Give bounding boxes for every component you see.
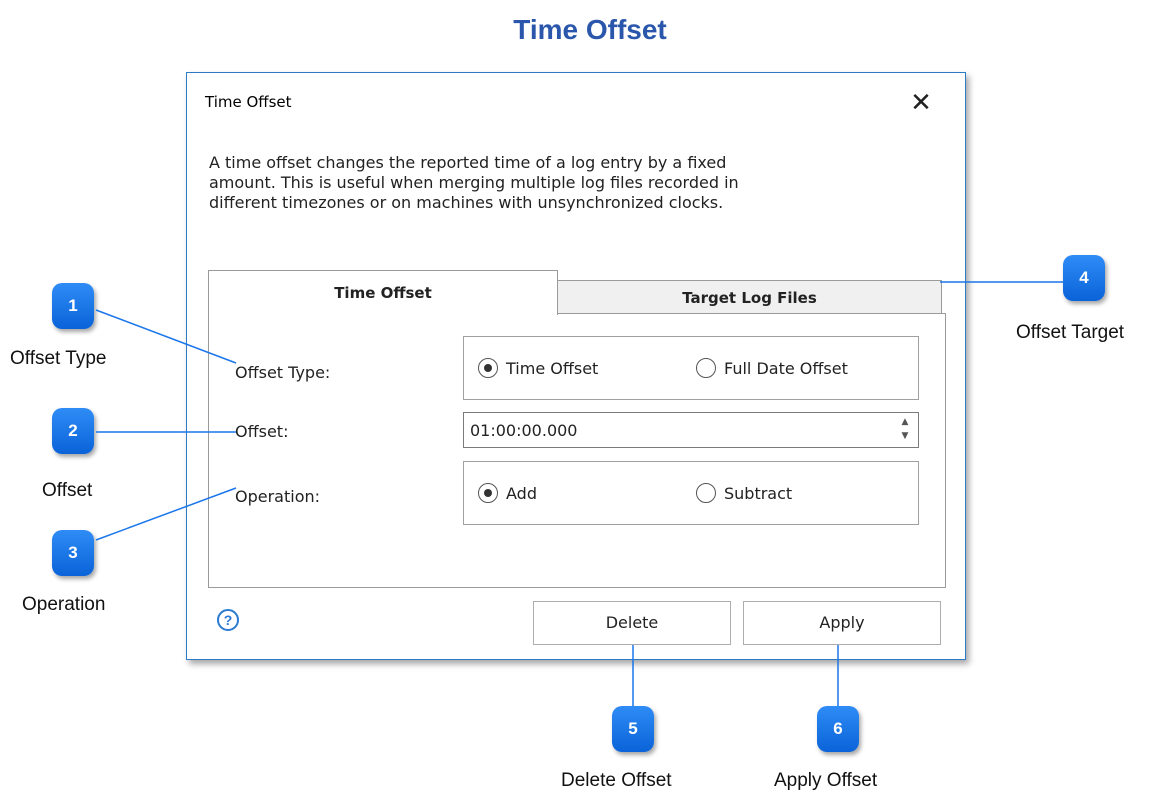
operation-group: Add Subtract bbox=[463, 461, 919, 525]
page-title: Time Offset bbox=[513, 14, 667, 45]
radio-add[interactable]: Add bbox=[478, 483, 537, 503]
dialog-description: A time offset changes the reported time … bbox=[209, 153, 739, 212]
callout-badge-4: 4 bbox=[1063, 255, 1105, 301]
radio-time-offset[interactable]: Time Offset bbox=[478, 358, 598, 378]
callout-label-6: Apply Offset bbox=[774, 770, 878, 791]
offset-label: Offset: bbox=[235, 422, 289, 441]
radio-unchecked-icon bbox=[696, 358, 716, 378]
radio-time-offset-label: Time Offset bbox=[506, 358, 599, 378]
callout-label-4: Offset Target bbox=[1016, 322, 1125, 343]
callout-label-2: Offset bbox=[42, 480, 93, 501]
callout-badge-3: 3 bbox=[52, 530, 94, 576]
callout-label-3: Operation bbox=[22, 594, 106, 615]
radio-checked-icon bbox=[478, 358, 498, 378]
offset-spin-input[interactable]: 01:00:00.000 ▲ ▼ bbox=[463, 412, 919, 448]
callout-badge-2: 2 bbox=[52, 408, 94, 454]
callout-label-1: Offset Type bbox=[10, 348, 107, 369]
time-offset-dialog: Time Offset ✕ A time offset changes the … bbox=[186, 72, 966, 660]
callout-badge-1: 1 bbox=[52, 283, 94, 329]
callout-badge-5: 5 bbox=[612, 706, 654, 752]
offset-type-group: Time Offset Full Date Offset bbox=[463, 336, 919, 400]
callout-label-5: Delete Offset bbox=[561, 770, 672, 791]
tab-target-log-files[interactable]: Target Log Files bbox=[558, 280, 942, 314]
radio-checked-icon bbox=[478, 483, 498, 503]
dialog-title: Time Offset bbox=[205, 93, 292, 111]
offset-type-label: Offset Type: bbox=[235, 363, 331, 382]
callout-badge-6: 6 bbox=[817, 706, 859, 752]
tab-time-offset[interactable]: Time Offset bbox=[208, 270, 558, 315]
radio-unchecked-icon bbox=[696, 483, 716, 503]
spinner-arrows-icon[interactable]: ▲ ▼ bbox=[898, 415, 912, 445]
operation-label: Operation: bbox=[235, 487, 321, 506]
help-icon[interactable]: ? bbox=[217, 609, 239, 631]
offset-value[interactable]: 01:00:00.000 bbox=[470, 421, 577, 440]
apply-button[interactable]: Apply bbox=[743, 601, 941, 645]
delete-button[interactable]: Delete bbox=[533, 601, 731, 645]
radio-subtract-label: Subtract bbox=[724, 483, 793, 503]
radio-full-date-offset[interactable]: Full Date Offset bbox=[696, 358, 848, 378]
close-icon[interactable]: ✕ bbox=[903, 85, 939, 121]
radio-full-date-offset-label: Full Date Offset bbox=[724, 358, 848, 378]
radio-add-label: Add bbox=[506, 483, 537, 503]
radio-subtract[interactable]: Subtract bbox=[696, 483, 792, 503]
